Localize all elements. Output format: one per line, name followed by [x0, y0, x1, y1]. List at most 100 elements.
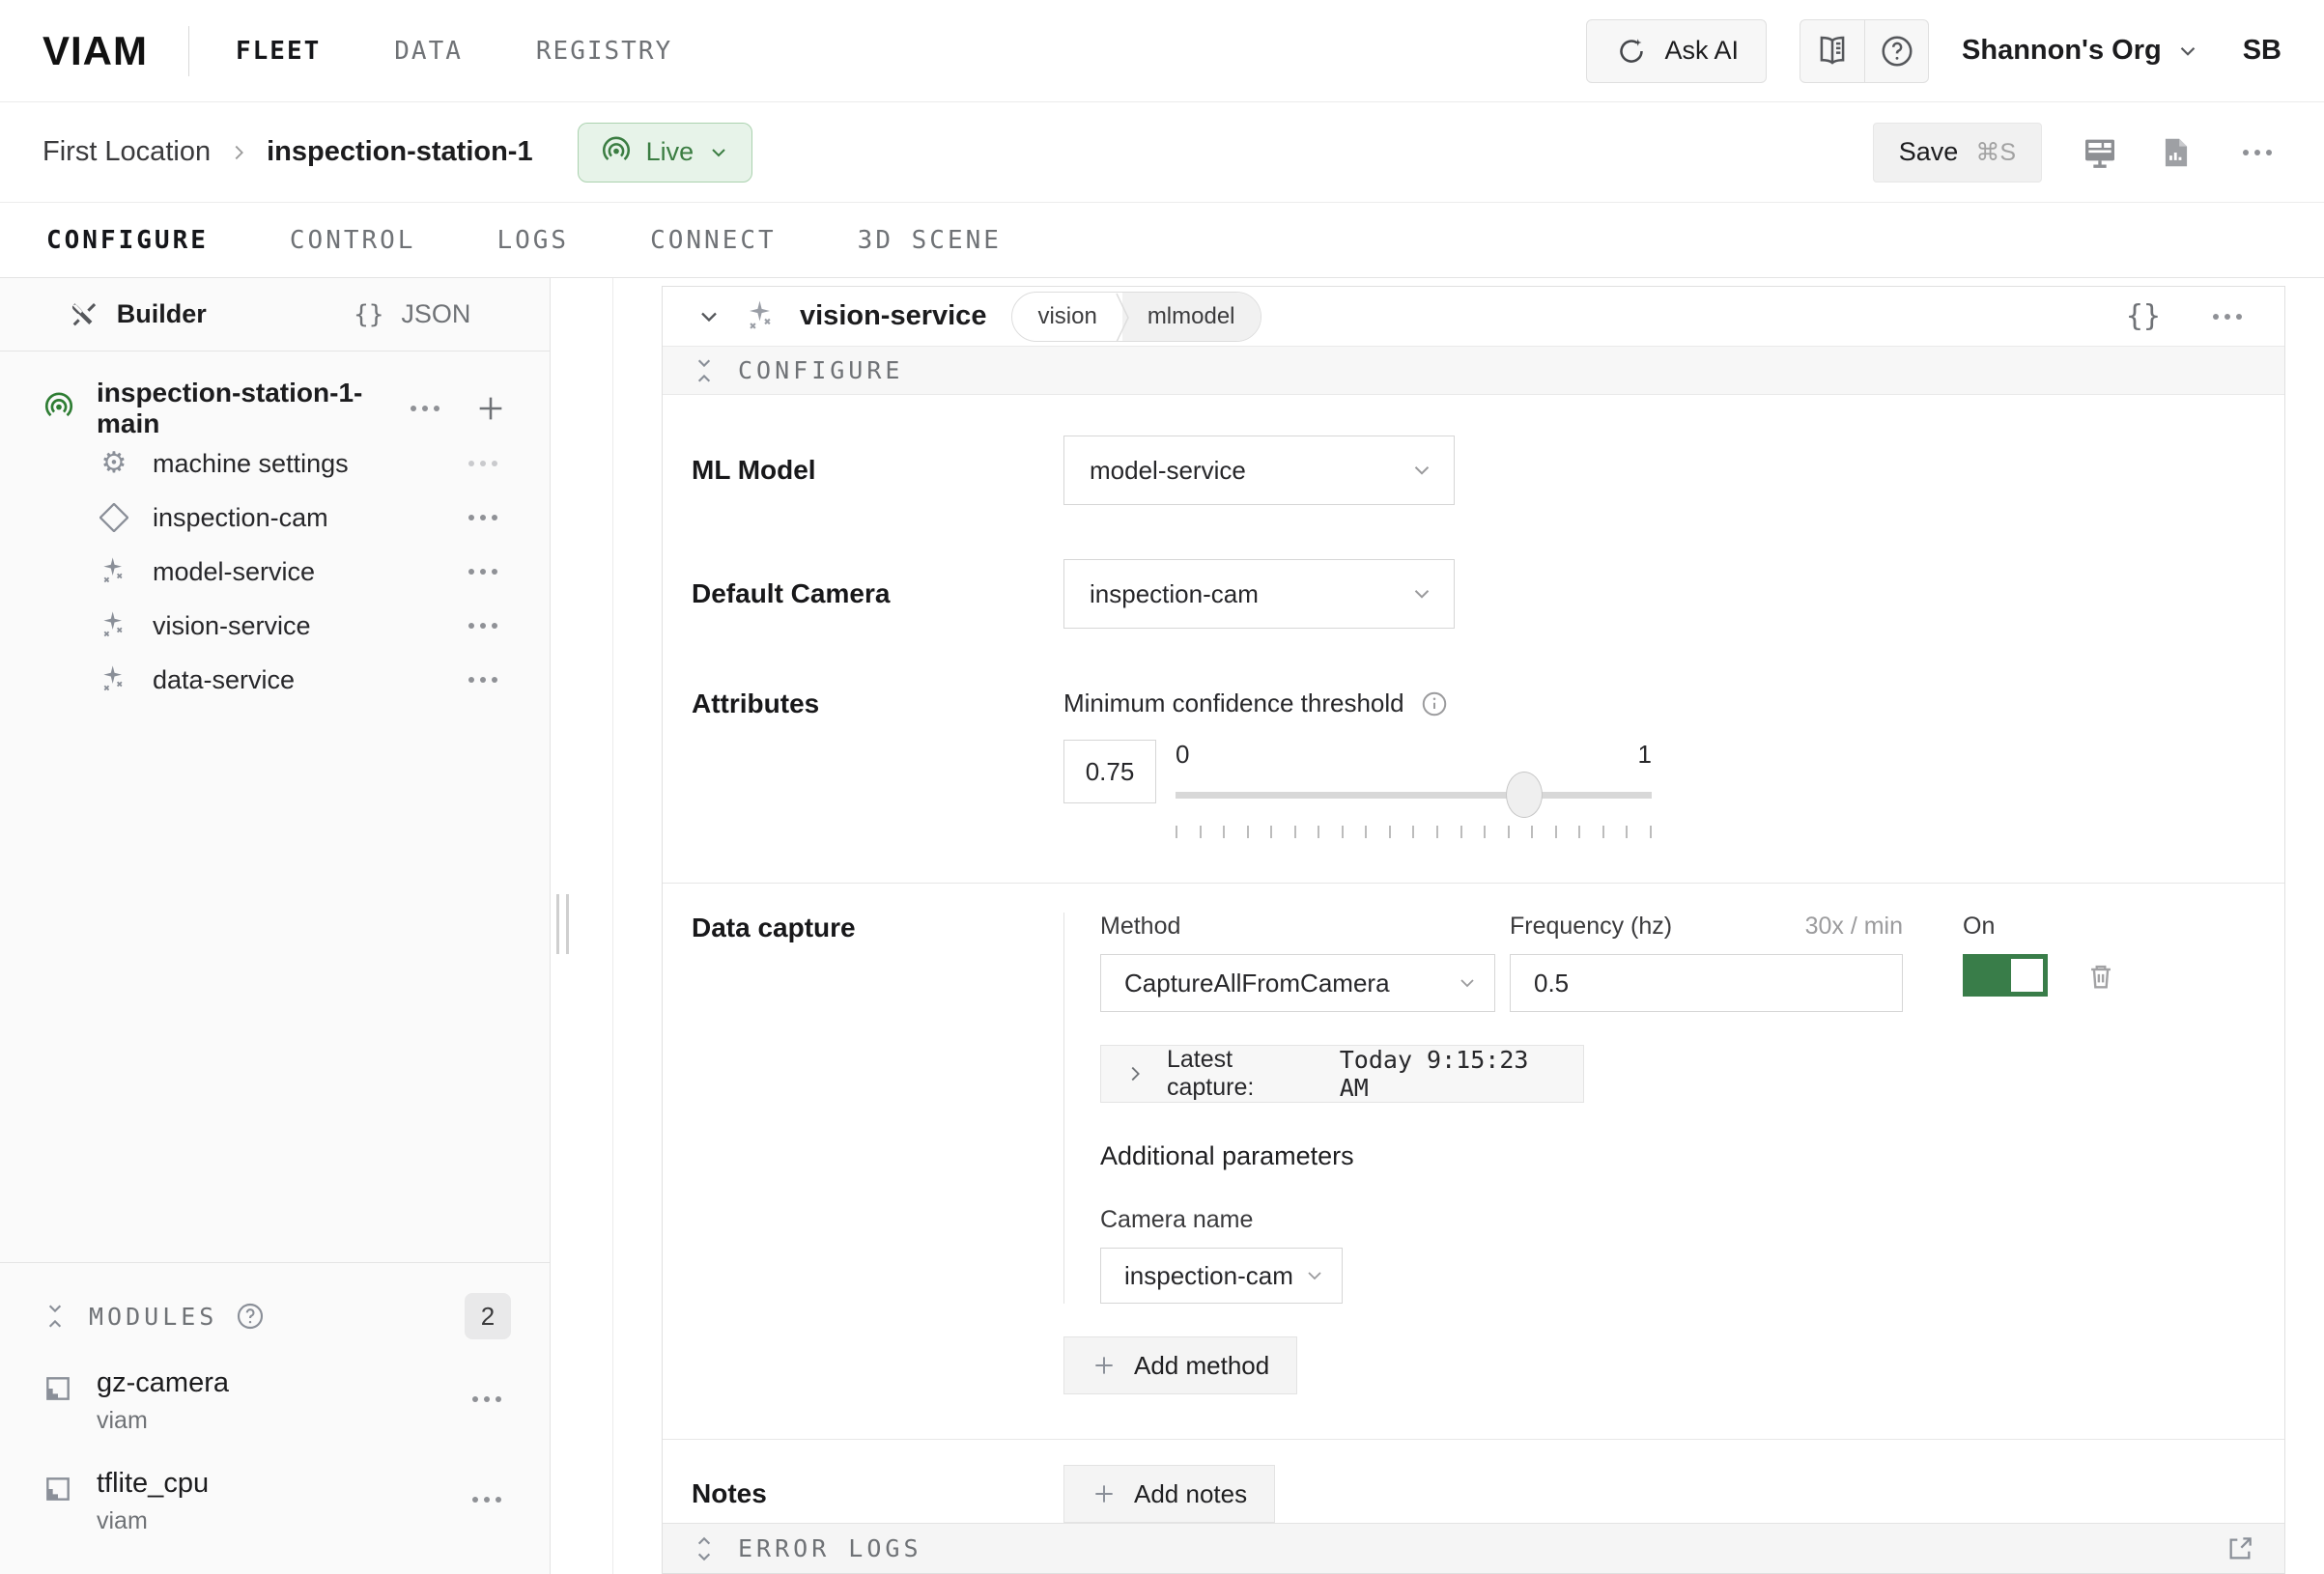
- ai-sparkle-refresh-icon: [1614, 34, 1649, 69]
- more-options-button[interactable]: [459, 451, 507, 476]
- method-select[interactable]: CaptureAllFromCamera: [1100, 954, 1495, 1012]
- builder-json-toggle: Builder {} JSON: [0, 278, 550, 351]
- camera-name-select[interactable]: inspection-cam: [1100, 1248, 1343, 1304]
- nav-link-fleet[interactable]: FLEET: [236, 37, 321, 66]
- docs-button[interactable]: [1800, 20, 1864, 82]
- error-logs-section-header[interactable]: ERROR LOGS: [663, 1523, 2284, 1573]
- braces-icon: {}: [354, 300, 383, 329]
- live-status-badge[interactable]: Live: [578, 123, 753, 183]
- tools-icon: [69, 299, 99, 330]
- breadcrumb-location[interactable]: First Location: [43, 136, 211, 168]
- broadcast-icon: [43, 392, 75, 425]
- default-camera-label: Default Camera: [692, 578, 1063, 609]
- tab-logs[interactable]: LOGS: [496, 226, 569, 255]
- configure-section-title: CONFIGURE: [738, 356, 903, 384]
- tab-control[interactable]: CONTROL: [290, 226, 416, 255]
- breadcrumb-row: First Location inspection-station-1 Live…: [0, 102, 2324, 203]
- modules-section: MODULES 2 gz-camera viam: [0, 1262, 550, 1574]
- tree-item-vision-service[interactable]: vision-service: [0, 599, 550, 653]
- more-options-button[interactable]: [2233, 140, 2281, 165]
- chevron-down-icon: [1409, 458, 1434, 483]
- external-link-icon[interactable]: [2225, 1533, 2255, 1564]
- add-component-button[interactable]: [474, 392, 507, 425]
- top-nav: VIAM FLEET DATA REGISTRY Ask AI: [0, 0, 2324, 102]
- builder-mode-button[interactable]: Builder: [0, 299, 275, 330]
- chevron-down-icon: [1303, 1264, 1326, 1287]
- collapse-icon[interactable]: [43, 1302, 68, 1331]
- method-label: Method: [1100, 913, 1495, 941]
- ask-ai-button[interactable]: Ask AI: [1586, 19, 1767, 83]
- avatar[interactable]: SB: [2243, 35, 2281, 67]
- tree-item-inspection-cam[interactable]: inspection-cam: [0, 491, 550, 545]
- slider-handle[interactable]: [1506, 772, 1543, 818]
- method-value: CaptureAllFromCamera: [1124, 969, 1390, 998]
- sidebar-resize-handle[interactable]: [556, 894, 569, 954]
- document-chart-icon: [2158, 133, 2195, 172]
- configure-section-header[interactable]: CONFIGURE: [663, 347, 2284, 395]
- json-mode-label: JSON: [401, 299, 470, 329]
- control-panel-button[interactable]: [2081, 133, 2119, 172]
- module-item-tflite-cpu[interactable]: tflite_cpu viam: [0, 1445, 550, 1545]
- default-camera-value: inspection-cam: [1090, 579, 1259, 609]
- service-sparkle-icon: [97, 610, 131, 641]
- chevron-down-icon[interactable]: [695, 303, 723, 330]
- card-header: vision-service vision mlmodel {}: [663, 287, 2284, 347]
- save-button[interactable]: Save ⌘S: [1873, 123, 2042, 183]
- add-method-label: Add method: [1134, 1351, 1269, 1381]
- add-notes-label: Add notes: [1134, 1479, 1247, 1509]
- tab-connect[interactable]: CONNECT: [650, 226, 777, 255]
- tree-item-model-service[interactable]: model-service: [0, 545, 550, 599]
- more-options-button[interactable]: [459, 613, 507, 638]
- more-options-button[interactable]: [459, 505, 507, 530]
- default-camera-select[interactable]: inspection-cam: [1063, 559, 1455, 629]
- tab-3d-scene[interactable]: 3D SCENE: [858, 226, 1002, 255]
- trash-icon: [2084, 959, 2117, 994]
- panel-gutter: [551, 278, 613, 1574]
- camera-name-label: Camera name: [1100, 1206, 2255, 1234]
- frequency-label: Frequency (hz): [1510, 913, 1672, 941]
- more-options-button[interactable]: [463, 1487, 511, 1512]
- module-item-gz-camera[interactable]: gz-camera viam: [0, 1344, 550, 1445]
- live-status-label: Live: [646, 137, 694, 167]
- tree-item-data-service[interactable]: data-service: [0, 653, 550, 707]
- modules-title: MODULES: [89, 1303, 217, 1331]
- delete-method-button[interactable]: [2084, 959, 2117, 1012]
- nav-link-registry[interactable]: REGISTRY: [536, 37, 672, 66]
- org-switcher[interactable]: Shannon's Org: [1962, 35, 2200, 67]
- add-method-button[interactable]: Add method: [1063, 1336, 1297, 1394]
- section-divider: [663, 1439, 2284, 1440]
- nav-links: FLEET DATA REGISTRY: [236, 37, 672, 66]
- frequency-input[interactable]: 0.5: [1510, 954, 1903, 1012]
- capture-toggle[interactable]: [1963, 954, 2048, 997]
- add-notes-button[interactable]: Add notes: [1063, 1465, 1275, 1523]
- attributes-label: Attributes: [692, 689, 1063, 838]
- collapse-icon: [692, 356, 717, 385]
- module-icon: [43, 1373, 73, 1404]
- more-options-button[interactable]: [459, 667, 507, 692]
- more-options-button[interactable]: [459, 559, 507, 584]
- help-button[interactable]: [1864, 20, 1928, 82]
- machine-part-name: inspection-station-1-main: [97, 378, 401, 439]
- tab-configure[interactable]: CONFIGURE: [46, 226, 209, 255]
- ask-ai-label: Ask AI: [1664, 36, 1739, 66]
- question-circle-icon[interactable]: [235, 1301, 266, 1332]
- ml-model-select[interactable]: model-service: [1063, 436, 1455, 505]
- tree-item-machine-part[interactable]: inspection-station-1-main: [0, 380, 550, 436]
- raw-json-button[interactable]: {}: [2126, 299, 2161, 333]
- json-mode-button[interactable]: {} JSON: [275, 299, 551, 329]
- more-options-button[interactable]: [2203, 304, 2252, 329]
- latest-capture-time: Today 9:15:23 AM: [1340, 1046, 1560, 1102]
- plus-icon: [1091, 1481, 1117, 1506]
- report-button[interactable]: [2158, 133, 2195, 172]
- info-icon[interactable]: [1420, 689, 1449, 718]
- slider-track[interactable]: [1176, 792, 1652, 799]
- nav-link-data[interactable]: DATA: [394, 37, 463, 66]
- tree-item-machine-settings[interactable]: ⚙ machine settings: [0, 436, 550, 491]
- more-options-button[interactable]: [463, 1387, 511, 1412]
- chevron-down-icon: [707, 141, 730, 164]
- viam-logo[interactable]: VIAM: [43, 28, 148, 74]
- threshold-input[interactable]: 0.75: [1063, 740, 1156, 803]
- breadcrumb-machine: inspection-station-1: [267, 136, 533, 168]
- latest-capture-expander[interactable]: Latest capture: Today 9:15:23 AM: [1100, 1045, 1584, 1103]
- more-options-button[interactable]: [401, 396, 449, 421]
